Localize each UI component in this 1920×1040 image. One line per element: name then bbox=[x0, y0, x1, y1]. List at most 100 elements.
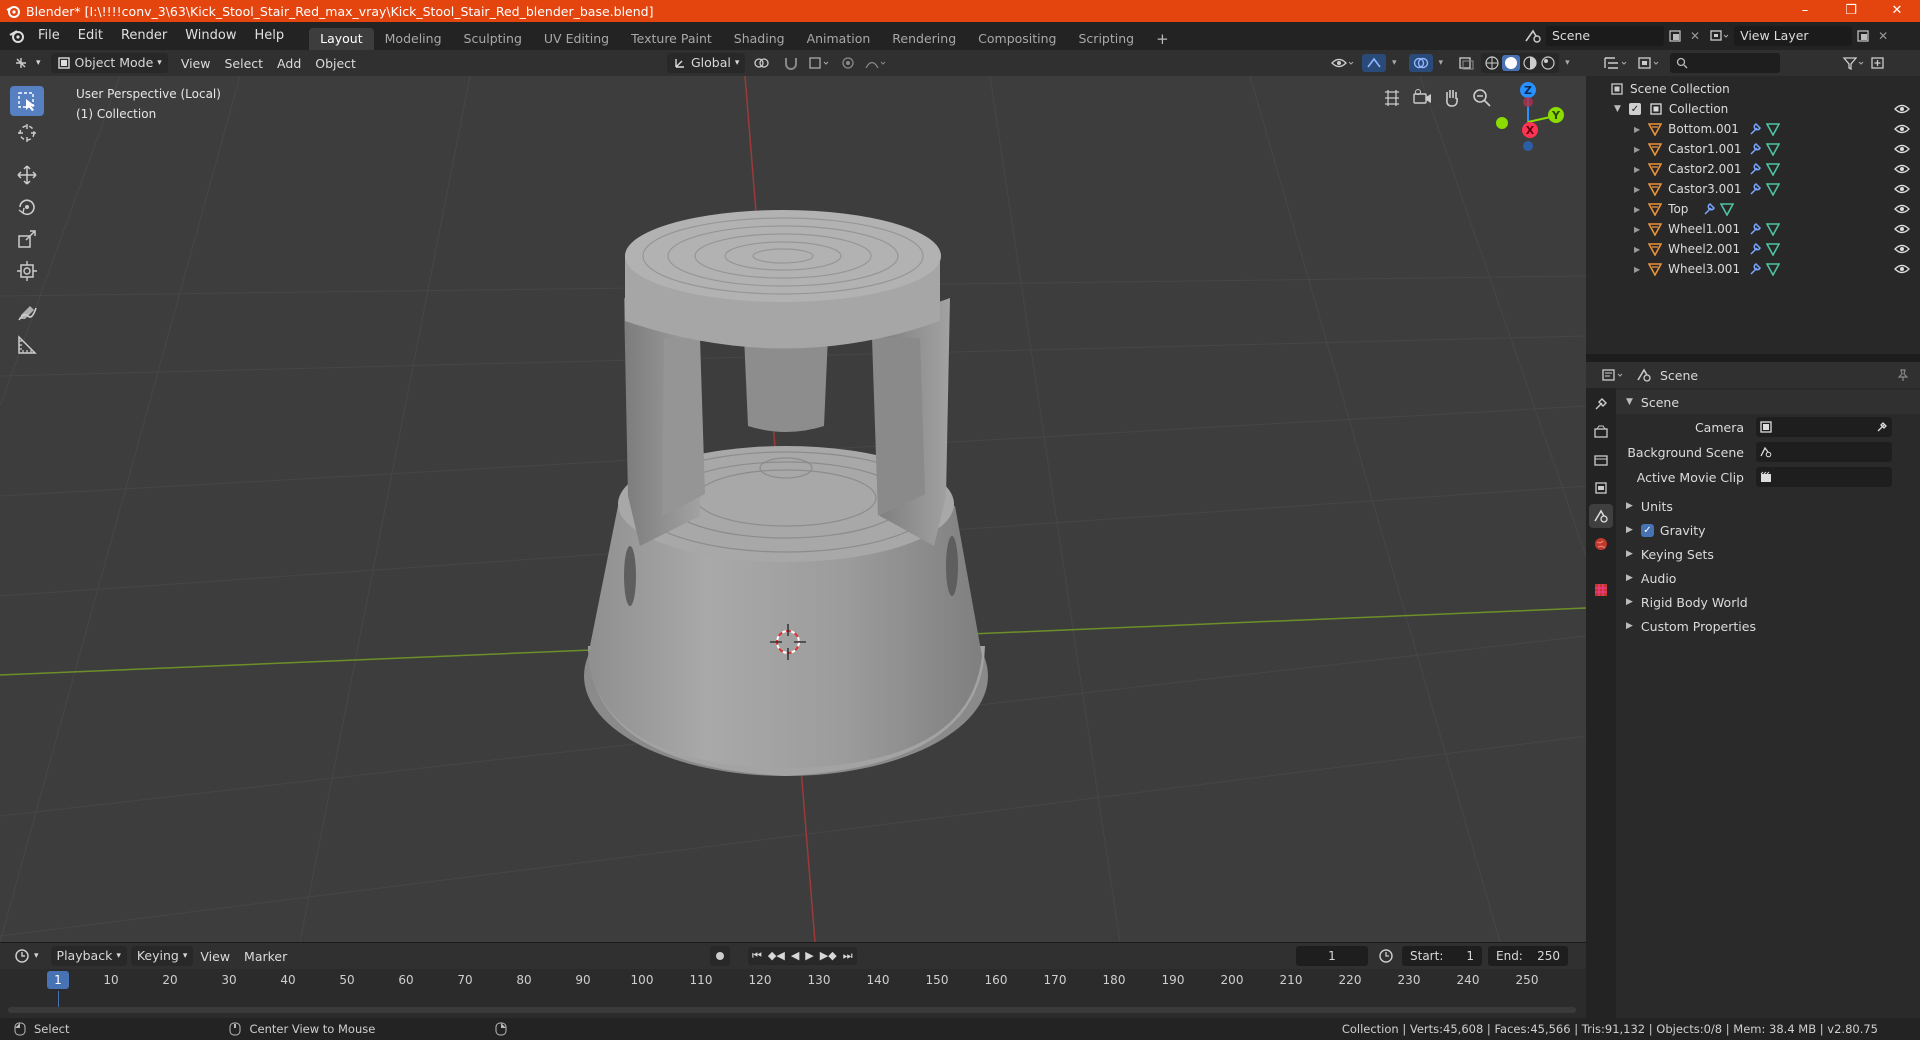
filter-icon[interactable] bbox=[1842, 55, 1866, 71]
eye-icon[interactable] bbox=[1894, 223, 1910, 235]
chevron-down-icon[interactable]: ▾ bbox=[1439, 58, 1444, 68]
outliner-search-input[interactable] bbox=[1670, 53, 1780, 73]
pan-hand-icon[interactable] bbox=[1440, 86, 1464, 110]
wireframe-shading-icon[interactable] bbox=[1484, 55, 1500, 71]
snap-icon[interactable] bbox=[782, 55, 800, 71]
collapse-arrow-icon[interactable]: ▼ bbox=[1614, 104, 1621, 114]
modifier-wrench-icon[interactable] bbox=[1748, 222, 1762, 236]
record-button[interactable] bbox=[710, 946, 730, 966]
timeline-scrollbar[interactable] bbox=[8, 1007, 1576, 1013]
play-icon[interactable]: ▶ bbox=[805, 949, 813, 963]
outliner-object-row[interactable]: ▶ Bottom.001 bbox=[1586, 119, 1920, 139]
mesh-data-icon[interactable] bbox=[1766, 242, 1781, 256]
timeline-editor-type-button[interactable]: ▾ bbox=[8, 946, 45, 966]
proportional-falloff-icon[interactable] bbox=[864, 55, 888, 71]
tab-texture[interactable] bbox=[1589, 578, 1613, 602]
tab-layout[interactable]: Layout bbox=[309, 28, 374, 50]
new-view-layer-icon[interactable] bbox=[1856, 29, 1870, 43]
tab-tool[interactable] bbox=[1589, 392, 1613, 416]
scene-icon[interactable] bbox=[1524, 28, 1542, 44]
tab-scripting[interactable]: Scripting bbox=[1068, 28, 1146, 50]
menu-render[interactable]: Render bbox=[112, 22, 176, 50]
viewport-canvas[interactable] bbox=[0, 76, 1586, 942]
expand-arrow-icon[interactable]: ▶ bbox=[1634, 265, 1640, 274]
gravity-checkbox[interactable]: ✓ bbox=[1640, 523, 1654, 537]
end-frame-field[interactable]: End: 250 bbox=[1488, 946, 1568, 966]
display-mode-icon[interactable] bbox=[1636, 55, 1662, 71]
expand-arrow-icon[interactable]: ▶ bbox=[1634, 225, 1640, 234]
tool-rotate[interactable] bbox=[10, 192, 44, 222]
tool-scale[interactable] bbox=[10, 224, 44, 254]
navigation-gizmo[interactable]: Z Y X bbox=[1480, 76, 1580, 162]
tab-shading[interactable]: Shading bbox=[723, 28, 796, 50]
snap-target-icon[interactable] bbox=[808, 55, 832, 71]
outliner-collection[interactable]: ▼ ✓ Collection bbox=[1586, 99, 1920, 119]
tab-rendering[interactable]: Rendering bbox=[881, 28, 967, 50]
expand-arrow-icon[interactable]: ▶ bbox=[1634, 165, 1640, 174]
timeline-ruler[interactable]: 1 10 20 30 40 50 60 70 80 90 100 110 120… bbox=[0, 969, 1586, 991]
mesh-data-icon[interactable] bbox=[1766, 262, 1781, 276]
collapse-arrow-icon[interactable]: ▼ bbox=[1626, 397, 1633, 407]
chevron-down-icon[interactable]: ▾ bbox=[1392, 58, 1397, 68]
audio-section[interactable]: ▶ Audio bbox=[1616, 566, 1920, 590]
collection-checkbox[interactable]: ✓ bbox=[1628, 103, 1641, 115]
jump-keyframe-back-icon[interactable]: ◆◀ bbox=[768, 949, 785, 963]
eye-icon[interactable] bbox=[1894, 143, 1910, 155]
tab-sculpting[interactable]: Sculpting bbox=[453, 28, 533, 50]
menu-help[interactable]: Help bbox=[246, 22, 294, 50]
camera-field[interactable] bbox=[1756, 417, 1892, 437]
rigid-body-world-section[interactable]: ▶ Rigid Body World bbox=[1616, 590, 1920, 614]
tool-measure[interactable] bbox=[10, 330, 44, 360]
scene-selector[interactable]: Scene bbox=[1546, 26, 1664, 46]
menu-object[interactable]: Object bbox=[308, 56, 363, 71]
visibility-icon[interactable] bbox=[1330, 55, 1356, 71]
expand-arrow-icon[interactable]: ▶ bbox=[1626, 549, 1633, 559]
units-section[interactable]: ▶ Units bbox=[1616, 494, 1920, 518]
menu-file[interactable]: File bbox=[29, 22, 69, 50]
outliner-object-row[interactable]: ▶ Castor3.001 bbox=[1586, 179, 1920, 199]
jump-end-icon[interactable]: ⏭ bbox=[843, 949, 853, 963]
pin-icon[interactable] bbox=[1896, 368, 1910, 382]
material-shading-icon[interactable] bbox=[1522, 55, 1538, 71]
tab-uv-editing[interactable]: UV Editing bbox=[533, 28, 620, 50]
expand-arrow-icon[interactable]: ▶ bbox=[1634, 145, 1640, 154]
outliner-object-row[interactable]: ▶ Wheel2.001 bbox=[1586, 239, 1920, 259]
frame-indicator[interactable]: 1 bbox=[47, 971, 69, 989]
pivot-point-icon[interactable] bbox=[752, 55, 774, 71]
mesh-data-icon[interactable] bbox=[1766, 182, 1781, 196]
modifier-wrench-icon[interactable] bbox=[1702, 202, 1716, 216]
menu-edit[interactable]: Edit bbox=[69, 22, 112, 50]
tab-output[interactable] bbox=[1589, 448, 1613, 472]
tab-scene[interactable] bbox=[1589, 504, 1613, 528]
rendered-shading-icon[interactable] bbox=[1540, 55, 1556, 71]
tool-annotate[interactable] bbox=[10, 298, 44, 328]
keying-sets-section[interactable]: ▶ Keying Sets bbox=[1616, 542, 1920, 566]
current-frame-field[interactable]: 1 bbox=[1296, 946, 1368, 966]
eye-icon[interactable] bbox=[1894, 123, 1910, 135]
eye-icon[interactable] bbox=[1894, 243, 1910, 255]
properties-editor-icon[interactable] bbox=[1600, 367, 1626, 383]
eyedropper-icon[interactable] bbox=[1876, 421, 1888, 433]
preview-range-icon[interactable] bbox=[1378, 948, 1394, 964]
kick-stool-model[interactable] bbox=[584, 210, 988, 776]
tab-animation[interactable]: Animation bbox=[796, 28, 882, 50]
modifier-wrench-icon[interactable] bbox=[1748, 182, 1762, 196]
transform-orientation-dropdown[interactable]: Global ▾ bbox=[667, 53, 746, 73]
expand-arrow-icon[interactable]: ▶ bbox=[1626, 597, 1633, 607]
menu-view[interactable]: View bbox=[174, 56, 218, 71]
eye-icon[interactable] bbox=[1894, 163, 1910, 175]
modifier-wrench-icon[interactable] bbox=[1748, 162, 1762, 176]
tab-modeling[interactable]: Modeling bbox=[374, 28, 453, 50]
maximize-button[interactable]: ❐ bbox=[1828, 0, 1874, 22]
chevron-down-icon[interactable]: ▾ bbox=[1565, 58, 1570, 68]
outliner-editor-icon[interactable] bbox=[1602, 55, 1628, 71]
solid-shading-button[interactable] bbox=[1502, 55, 1521, 71]
gravity-section[interactable]: ▶ ✓ Gravity bbox=[1616, 518, 1920, 542]
tool-transform[interactable] bbox=[10, 256, 44, 286]
expand-arrow-icon[interactable]: ▶ bbox=[1634, 245, 1640, 254]
modifier-wrench-icon[interactable] bbox=[1748, 142, 1762, 156]
mesh-data-icon[interactable] bbox=[1766, 162, 1781, 176]
modifier-wrench-icon[interactable] bbox=[1748, 242, 1762, 256]
expand-arrow-icon[interactable]: ▶ bbox=[1626, 501, 1633, 511]
mesh-data-icon[interactable] bbox=[1720, 202, 1735, 216]
